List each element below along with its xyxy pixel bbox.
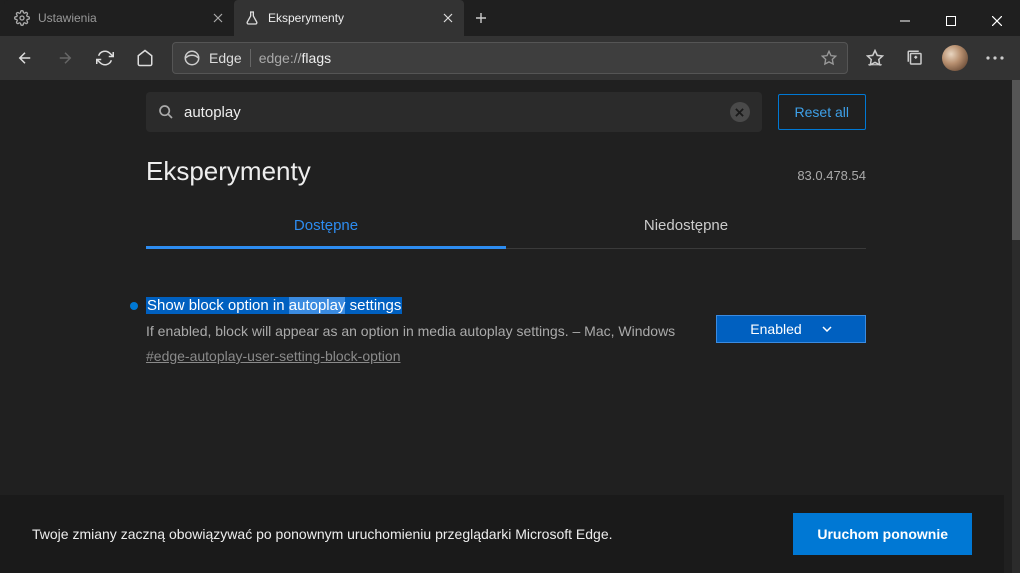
minimize-button[interactable] [882, 6, 928, 36]
flag-item: Show block option in autoplay settings I… [146, 297, 866, 364]
flag-title: Show block option in autoplay settings [146, 297, 402, 314]
home-button[interactable] [126, 40, 164, 76]
maximize-button[interactable] [928, 6, 974, 36]
flag-state-select[interactable]: Enabled [716, 315, 866, 343]
refresh-button[interactable] [86, 40, 124, 76]
favorite-icon[interactable] [821, 50, 837, 66]
chevron-down-icon [822, 326, 832, 332]
window-controls [882, 6, 1020, 36]
scrollbar[interactable] [1012, 80, 1020, 573]
flags-tabs: Dostępne Niedostępne [146, 205, 866, 249]
gear-icon [14, 10, 30, 26]
new-tab-button[interactable] [464, 0, 498, 36]
collections-button[interactable] [896, 40, 934, 76]
tab-experiments[interactable]: Eksperymenty [234, 0, 464, 36]
modified-indicator-icon [130, 302, 138, 310]
scrollbar-thumb[interactable] [1012, 80, 1020, 240]
search-icon [158, 104, 174, 120]
flag-description: If enabled, block will appear as an opti… [146, 321, 696, 342]
close-icon[interactable] [440, 10, 456, 26]
restart-button[interactable]: Uruchom ponownie [793, 513, 972, 555]
page-title: Eksperymenty [146, 156, 311, 187]
close-button[interactable] [974, 6, 1020, 36]
edge-logo-icon [183, 49, 201, 67]
back-button[interactable] [6, 40, 44, 76]
separator [250, 49, 251, 67]
tab-unavailable[interactable]: Niedostępne [506, 205, 866, 248]
flags-search-box[interactable] [146, 92, 762, 132]
favorites-button[interactable] [856, 40, 894, 76]
reset-all-button[interactable]: Reset all [778, 94, 866, 130]
forward-button[interactable] [46, 40, 84, 76]
tab-settings[interactable]: Ustawienia [4, 0, 234, 36]
page-content: Reset all Eksperymenty 83.0.478.54 Dostę… [0, 80, 1012, 573]
flask-icon [244, 10, 260, 26]
url-text: edge://flags [259, 50, 331, 66]
tab-strip: Ustawienia Eksperymenty [0, 0, 498, 36]
footer-message: Twoje zmiany zaczną obowiązywać po ponow… [32, 526, 613, 542]
search-input[interactable] [184, 104, 720, 121]
tab-title: Eksperymenty [268, 11, 432, 25]
address-bar[interactable]: Edge edge://flags [172, 42, 848, 74]
menu-button[interactable] [976, 40, 1014, 76]
site-identity: Edge [209, 50, 242, 66]
tab-title: Ustawienia [38, 11, 202, 25]
version-text: 83.0.478.54 [797, 168, 866, 183]
titlebar: Ustawienia Eksperymenty [0, 0, 1020, 36]
profile-avatar[interactable] [942, 45, 968, 71]
flag-permalink[interactable]: #edge-autoplay-user-setting-block-option [146, 348, 696, 364]
toolbar: Edge edge://flags [0, 36, 1020, 80]
restart-footer: Twoje zmiany zaczną obowiązywać po ponow… [0, 495, 1004, 573]
close-icon[interactable] [210, 10, 226, 26]
tab-available[interactable]: Dostępne [146, 205, 506, 249]
clear-search-icon[interactable] [730, 102, 750, 122]
